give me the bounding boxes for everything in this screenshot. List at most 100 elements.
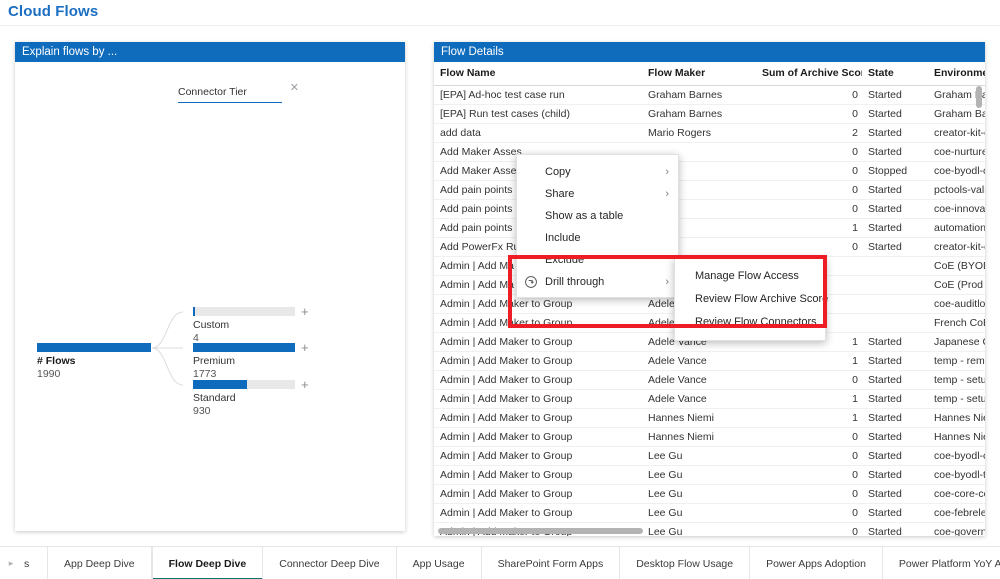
tree-node-standard-value: 930: [193, 405, 211, 417]
table-cell: 0: [756, 446, 862, 466]
table-cell: Adele Vance: [642, 389, 756, 409]
tab-partial-previous[interactable]: s: [22, 547, 48, 579]
table-cell: Started: [862, 389, 928, 409]
report-page: Cloud Flows Explain flows by ... Connect…: [0, 0, 1000, 579]
tab-power-apps-adoption[interactable]: Power Apps Adoption: [750, 547, 883, 579]
table-cell: Admin | Add Maker to Group: [434, 408, 642, 428]
flow-details-title: Flow Details: [434, 42, 985, 62]
table-row[interactable]: Admin | Add Maker to GroupLee Gu0Started…: [434, 503, 985, 523]
context-menu-item-include[interactable]: Include: [517, 227, 678, 249]
context-menu-item-copy[interactable]: Copy ›: [517, 161, 678, 183]
table-row[interactable]: Admin | Add Maker to Group Adele Vance 0 St…: [434, 370, 985, 390]
table-row[interactable]: [EPA] Run test cases (child) Graham Barne…: [434, 104, 985, 124]
table-cell: 0: [756, 161, 862, 181]
column-header-environment-name[interactable]: Environment Name: [928, 62, 985, 86]
tree-node-root-label: # Flows: [37, 355, 76, 367]
table-cell: 0: [756, 180, 862, 200]
context-menu-item-label: Show as a table: [545, 210, 624, 222]
table-cell: 0: [756, 427, 862, 447]
table-row[interactable]: Admin | Add Maker to GroupLee Gu0Started…: [434, 484, 985, 504]
table-cell: Started: [862, 85, 928, 105]
context-menu: Copy › Share › Show as a table Include E…: [516, 154, 679, 298]
tree-node-standard[interactable]: Standard 930 +: [193, 378, 309, 418]
submenu-item-review-flow-archive-score[interactable]: Review Flow Archive Score: [675, 288, 828, 311]
context-menu-item-exclude[interactable]: Exclude: [517, 249, 678, 271]
table-row[interactable]: [EPA] Ad-hoc test case run Graham Barnes 0…: [434, 85, 985, 105]
decomposition-tree-title: Explain flows by ...: [15, 42, 405, 62]
table-cell: Adele Vance: [642, 351, 756, 371]
table-cell: Admin | Add Maker to Group: [434, 332, 642, 352]
expand-plus-icon[interactable]: +: [301, 305, 309, 318]
tree-node-premium[interactable]: Premium 1773 +: [193, 341, 309, 381]
tree-node-custom-bar: [193, 307, 295, 316]
table-cell: Started: [862, 484, 928, 504]
expand-plus-icon[interactable]: +: [301, 341, 309, 354]
table-row[interactable]: Admin | Add Maker to Group Hannes Niemi 0 S…: [434, 427, 985, 447]
table-cell: Started: [862, 370, 928, 390]
submenu-item-review-flow-connectors[interactable]: Review Flow Connectors: [675, 311, 825, 334]
table-cell: 2: [756, 123, 862, 143]
table-horizontal-scrollbar-thumb[interactable]: [438, 528, 643, 534]
context-menu-item-label: Copy: [545, 166, 571, 178]
table-cell: Admin | Add Maker to Group: [434, 446, 642, 466]
table-cell: Graham Barnes: [642, 104, 756, 124]
table-cell: Started: [862, 218, 928, 238]
submenu-item-label: Review Flow Connectors: [695, 316, 817, 328]
table-cell: 0: [756, 465, 862, 485]
column-header-flow-maker[interactable]: Flow Maker: [642, 62, 756, 86]
decomposition-tree-body: Connector Tier ✕ # Flows 1990 Custom 4 +…: [15, 62, 405, 531]
table-cell: add data: [434, 123, 642, 143]
table-row[interactable]: Admin | Add Maker to Group Adele Vance 1 St…: [434, 351, 985, 371]
tab-desktop-flow-usage[interactable]: Desktop Flow Usage: [620, 547, 751, 579]
table-cell: Stopped: [862, 161, 928, 181]
tab-connector-deep-dive[interactable]: Connector Deep Dive: [263, 547, 397, 579]
table-cell: 0: [756, 237, 862, 257]
expand-plus-icon[interactable]: +: [301, 378, 309, 391]
drill-through-icon: [524, 275, 538, 289]
table-cell: Admin | Add Maker to Group: [434, 503, 642, 523]
context-menu-item-share[interactable]: Share ›: [517, 183, 678, 205]
drill-through-submenu: Manage Flow Access Review Flow Archive S…: [674, 258, 828, 341]
context-menu-item-label: Exclude: [545, 254, 585, 266]
column-header-state[interactable]: State: [862, 62, 928, 86]
table-vertical-scrollbar-thumb[interactable]: [976, 86, 982, 108]
tree-node-premium-label: Premium: [193, 355, 236, 367]
context-menu-item-label: Share: [545, 188, 575, 200]
table-row[interactable]: Admin | Add Maker to GroupLee Gu0Started…: [434, 465, 985, 485]
table-row[interactable]: Admin | Add Maker to Group Hannes Niemi 1 S…: [434, 408, 985, 428]
submenu-item-manage-flow-access[interactable]: Manage Flow Access: [675, 265, 825, 288]
chevron-right-icon: ›: [665, 166, 669, 178]
chevron-right-icon: ›: [665, 188, 669, 200]
table-row[interactable]: Admin | Add Maker to Group Adele Vance 1 St…: [434, 389, 985, 409]
table-cell: Admin | Add Maker to Group: [434, 370, 642, 390]
context-menu-item-drill-through[interactable]: Drill through ›: [517, 271, 678, 293]
column-header-flow-name[interactable]: Flow Name: [434, 62, 642, 86]
column-header-archive-score[interactable]: Sum of Archive Score: [756, 62, 862, 86]
context-menu-item-label: Include: [545, 232, 581, 244]
tab-app-deep-dive[interactable]: App Deep Dive: [48, 547, 152, 579]
table-cell: [EPA] Ad-hoc test case run: [434, 85, 642, 105]
tree-node-standard-label: Standard: [193, 392, 236, 404]
decomposition-tree-visual: Explain flows by ... Connector Tier ✕ # …: [15, 42, 405, 531]
tree-node-root[interactable]: # Flows 1990: [37, 343, 151, 381]
table-cell: Started: [862, 351, 928, 371]
tree-node-premium-bar: [193, 343, 295, 352]
table-vertical-scrollbar[interactable]: [975, 84, 983, 536]
table-row[interactable]: add data Mario Rogers 2 Started creator-kit-…: [434, 123, 985, 143]
report-canvas: Explain flows by ... Connector Tier ✕ # …: [0, 26, 1000, 544]
table-cell: Hannes Niemi: [642, 427, 756, 447]
table-header: Flow Name Flow Maker Sum of Archive Scor…: [434, 62, 985, 86]
table-cell: [EPA] Run test cases (child): [434, 104, 642, 124]
table-cell: 0: [756, 484, 862, 504]
tab-power-platform-yoy-adoption[interactable]: Power Platform YoY Adopti: [883, 547, 1000, 579]
table-cell: 0: [756, 142, 862, 162]
context-menu-item-show-as-a-table[interactable]: Show as a table: [517, 205, 678, 227]
page-tab-strip: ▸ s App Deep Dive Flow Deep Dive Connect…: [0, 546, 1000, 579]
table-cell: Graham Barnes: [642, 85, 756, 105]
tab-sharepoint-form-apps[interactable]: SharePoint Form Apps: [482, 547, 621, 579]
chevron-left-icon[interactable]: ▸: [0, 547, 22, 579]
table-row[interactable]: Admin | Add Maker to GroupLee Gu0Started…: [434, 446, 985, 466]
tree-node-custom[interactable]: Custom 4 +: [193, 305, 309, 345]
tab-flow-deep-dive[interactable]: Flow Deep Dive: [151, 547, 264, 579]
tab-app-usage[interactable]: App Usage: [397, 547, 482, 579]
